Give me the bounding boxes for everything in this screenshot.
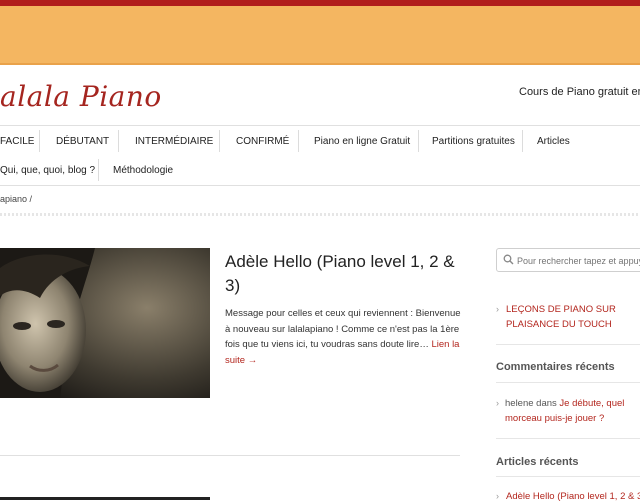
nav-item-intermediaire[interactable]: INTERMÉDIAIRE: [135, 136, 213, 147]
sidebar-heading-recent: Articles récents: [496, 456, 579, 468]
search-icon: [503, 254, 514, 265]
sidebar-divider: [496, 476, 640, 477]
sidebar-divider: [496, 344, 640, 345]
nav-divider: [298, 130, 299, 152]
bullet-icon: ›: [496, 304, 499, 314]
sidebar-divider: [496, 438, 640, 439]
post-thumbnail[interactable]: [0, 248, 210, 398]
nav-item-confirme[interactable]: CONFIRMÉ: [236, 136, 289, 147]
post-divider: [0, 455, 460, 456]
site-logo[interactable]: alala Piano: [0, 80, 162, 113]
sidebar-heading-comments: Commentaires récents: [496, 361, 615, 373]
nav-item-partitions[interactable]: Partitions gratuites: [432, 136, 515, 147]
nav-divider: [418, 130, 419, 152]
nav-divider: [522, 130, 523, 152]
header-banner: [0, 6, 640, 64]
post-excerpt-text: Message pour celles et ceux qui revienne…: [225, 308, 461, 350]
post-excerpt: Message pour celles et ceux qui revienne…: [225, 306, 465, 368]
nav-bottom-divider: [0, 185, 640, 186]
search-input[interactable]: [517, 253, 640, 268]
post-title[interactable]: Adèle Hello (Piano level 1, 2 & 3): [225, 250, 465, 298]
nav-divider: [39, 130, 40, 152]
nav-item-methodologie[interactable]: Méthodologie: [113, 165, 173, 176]
recent-post-link[interactable]: Adèle Hello (Piano level 1, 2 & 3): [506, 489, 640, 504]
nav-item-blog[interactable]: Qui, que, quoi, blog ?: [0, 165, 95, 176]
nav-top-divider: [0, 125, 640, 126]
dotted-divider: [0, 213, 640, 216]
nav-item-facile[interactable]: FACILE: [0, 136, 34, 147]
sidebar-divider: [496, 382, 640, 383]
comment-in: dans: [536, 398, 557, 409]
recent-comment: helene dans Je débute, quel morceau puis…: [505, 396, 640, 426]
comment-author: helene: [505, 398, 534, 409]
nav-item-articles[interactable]: Articles: [537, 136, 570, 147]
site-tagline: Cours de Piano gratuit en ligne: [519, 86, 640, 98]
post-thumbnail-image: [0, 248, 210, 398]
nav-item-piano-en-ligne[interactable]: Piano en ligne Gratuit: [314, 136, 410, 147]
nav-divider: [118, 130, 119, 152]
breadcrumb[interactable]: apiano /: [0, 194, 32, 204]
sidebar-link-lecons[interactable]: LEÇONS DE PIANO SUR PLAISANCE DU TOUCH: [506, 302, 636, 332]
search-box[interactable]: [496, 248, 640, 272]
nav-item-debutant[interactable]: DÉBUTANT: [56, 136, 109, 147]
bullet-icon: ›: [496, 398, 499, 408]
nav-divider: [98, 159, 99, 181]
banner-divider: [0, 63, 640, 65]
nav-divider: [219, 130, 220, 152]
